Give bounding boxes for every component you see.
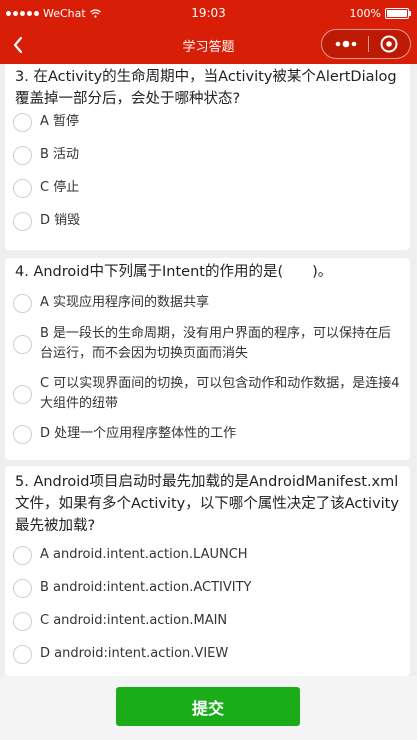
submit-button[interactable]: 提交 [116, 687, 300, 726]
battery-percent: 100% [349, 7, 381, 20]
status-bar: WeChat 19:03 100% [0, 0, 417, 26]
option-label: D 处理一个应用程序整体性的工作 [40, 426, 237, 441]
close-mini-program-icon[interactable] [374, 30, 404, 58]
option-item[interactable]: A 实现应用程序间的数据共享 [13, 293, 400, 313]
footer-bar: 提交 [0, 676, 417, 740]
option-label: D 销毁 [40, 213, 81, 228]
radio-button[interactable] [13, 334, 32, 354]
option-item[interactable]: D 销毁 [13, 211, 400, 231]
option-item[interactable]: C 停止 [13, 178, 400, 198]
option-label: B android:intent.action.ACTIVITY [40, 580, 252, 595]
radio-button[interactable] [13, 644, 32, 664]
question-card: 4. Android中下列属于Intent的作用的是( )。 A 实现应用程序间… [5, 258, 410, 460]
radio-button[interactable] [13, 211, 32, 231]
question-text: 5. Android项目启动时最先加载的是AndroidManifest.xml… [15, 474, 399, 534]
question-card: 5. Android项目启动时最先加载的是AndroidManifest.xml… [5, 466, 410, 676]
radio-button[interactable] [13, 178, 32, 198]
radio-button[interactable] [13, 293, 32, 313]
option-item[interactable]: B 活动 [13, 145, 400, 165]
radio-button[interactable] [13, 384, 32, 404]
radio-button[interactable] [13, 145, 32, 165]
option-label: A 暂停 [40, 114, 80, 129]
question-text: 3. 在Activity的生命周期中，当Activity被某个AlertDial… [15, 69, 397, 107]
radio-button[interactable] [13, 112, 32, 132]
option-label: D android:intent.action.VIEW [40, 646, 229, 661]
option-item[interactable]: C 可以实现界面间的切换，可以包含动作和动作数据，是连接4大组件的纽带 [13, 374, 400, 414]
question-text: 4. Android中下列属于Intent的作用的是( )。 [15, 264, 333, 280]
option-item[interactable]: D 处理一个应用程序整体性的工作 [13, 424, 400, 444]
radio-button[interactable] [13, 545, 32, 565]
battery-group: 100% [349, 7, 411, 20]
option-item[interactable]: B 是一段长的生命周期，没有用户界面的程序，可以保持在后台运行，而不会因为切换页… [13, 324, 400, 364]
battery-icon [385, 8, 411, 19]
more-icon[interactable] [330, 30, 370, 58]
option-item[interactable]: C android:intent.action.MAIN [13, 611, 400, 631]
option-item[interactable]: A android.intent.action.LAUNCH [13, 545, 400, 565]
option-label: A android.intent.action.LAUNCH [40, 547, 248, 562]
question-card: 3. 在Activity的生命周期中，当Activity被某个AlertDial… [5, 64, 410, 250]
option-label: C android:intent.action.MAIN [40, 613, 228, 628]
option-item[interactable]: B android:intent.action.ACTIVITY [13, 578, 400, 598]
option-label: C 停止 [40, 180, 80, 195]
option-item[interactable]: A 暂停 [13, 112, 400, 132]
option-label: A 实现应用程序间的数据共享 [40, 295, 210, 310]
option-label: C 可以实现界面间的切换，可以包含动作和动作数据，是连接4大组件的纽带 [40, 376, 400, 411]
option-item[interactable]: D android:intent.action.VIEW [13, 644, 400, 664]
question-list[interactable]: 3. 在Activity的生命周期中，当Activity被某个AlertDial… [0, 64, 417, 676]
nav-bar: 学习答题 [0, 26, 417, 64]
radio-button[interactable] [13, 424, 32, 444]
option-label: B 活动 [40, 147, 80, 162]
radio-button[interactable] [13, 578, 32, 598]
option-label: B 是一段长的生命周期，没有用户界面的程序，可以保持在后台运行，而不会因为切换页… [40, 326, 392, 361]
capsule-divider [368, 36, 369, 52]
mini-program-capsule [321, 29, 411, 59]
radio-button[interactable] [13, 611, 32, 631]
